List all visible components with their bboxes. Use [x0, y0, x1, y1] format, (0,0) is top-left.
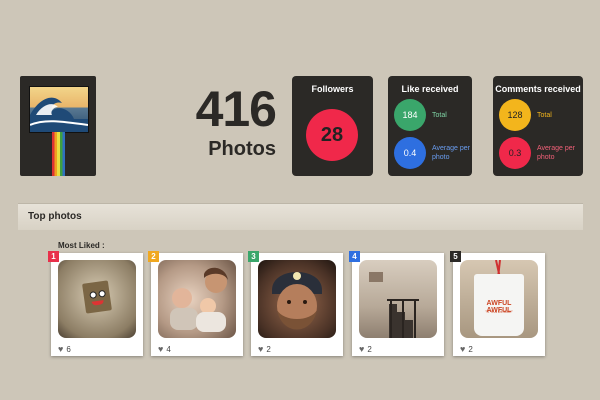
photo-card-2[interactable]: 2 ♥ 4	[148, 251, 243, 356]
likes-total-stat: 184 Total	[394, 99, 447, 131]
photo-count-label: Photos	[208, 138, 276, 160]
profile-logo	[20, 76, 96, 176]
rank-badge-4: 4	[349, 251, 360, 262]
heart-icon: ♥	[460, 344, 466, 354]
photo-thumbnail-5[interactable]: AWFUL AWFUL "IT'S A DRINK!"	[460, 260, 538, 338]
toy-figure	[82, 280, 112, 314]
photo-likes-2: ♥ 4	[158, 344, 171, 354]
followers-card: Followers 28	[292, 76, 373, 176]
comments-average-label: Average per photo	[537, 145, 576, 161]
top-photos-heading: Top photos	[28, 211, 82, 222]
cup-sub-text: "IT'S A DRINK!"	[485, 309, 513, 314]
toy-mouth	[91, 300, 105, 306]
photo-likes-5: ♥ 2	[460, 344, 473, 354]
rainbow-stripes	[52, 132, 65, 176]
photo-card-4[interactable]: 4 ♥ 2	[349, 251, 444, 356]
top-photos-header: Top photos	[18, 204, 583, 230]
like-count: 4	[166, 344, 171, 354]
staircase-photo-art	[369, 272, 419, 338]
family-photo-art	[170, 267, 228, 332]
comments-average-value: 0.3	[499, 137, 531, 169]
photo-thumbnail-2[interactable]	[158, 260, 236, 338]
likes-total-value: 184	[394, 99, 426, 131]
likes-total-label: Total	[432, 111, 447, 119]
photo-thumbnail-1[interactable]	[58, 260, 136, 338]
like-count: 2	[468, 344, 473, 354]
heart-icon: ♥	[359, 344, 365, 354]
likes-average-value: 0.4	[394, 137, 426, 169]
photo-likes-1: ♥ 6	[58, 344, 71, 354]
toy-eye	[98, 289, 107, 298]
cup-figure: AWFUL AWFUL "IT'S A DRINK!"	[474, 274, 524, 336]
comments-average-stat: 0.3 Average per photo	[499, 137, 577, 169]
followers-title: Followers	[311, 84, 354, 94]
likes-average-label: Average per photo	[432, 145, 471, 161]
followers-count: 28	[306, 109, 358, 161]
photo-thumbnail-4[interactable]	[359, 260, 437, 338]
comments-title: Comments received	[495, 84, 581, 94]
heart-icon: ♥	[58, 344, 64, 354]
likes-title: Like received	[401, 84, 459, 94]
photo-card-1[interactable]: 1 ♥ 6	[48, 251, 143, 356]
heart-icon: ♥	[258, 344, 264, 354]
photo-card-3[interactable]: 3 ♥ 2	[248, 251, 343, 356]
wave-icon	[30, 97, 88, 132]
likes-average-stat: 0.4 Average per photo	[394, 137, 470, 169]
comments-card: Comments received 128 Total 0.3 Average …	[493, 76, 583, 176]
photo-count-block: 416 Photos	[180, 81, 277, 162]
comments-total-stat: 128 Total	[499, 99, 552, 131]
rank-badge-1: 1	[48, 251, 59, 262]
like-count: 2	[367, 344, 372, 354]
photo-thumbnail-3[interactable]	[258, 260, 336, 338]
photo-count: 416	[195, 81, 277, 137]
rank-badge-2: 2	[148, 251, 159, 262]
photo-card-5[interactable]: AWFUL AWFUL "IT'S A DRINK!" 5 ♥ 2	[450, 251, 545, 356]
rank-badge-3: 3	[248, 251, 259, 262]
toy-eye	[89, 291, 98, 299]
photo-likes-3: ♥ 2	[258, 344, 271, 354]
comments-total-label: Total	[537, 111, 552, 119]
like-count: 2	[266, 344, 271, 354]
wave-artwork	[29, 86, 89, 133]
like-count: 6	[66, 344, 71, 354]
comments-total-value: 128	[499, 99, 531, 131]
most-liked-label: Most Liked :	[58, 241, 105, 250]
photo-likes-4: ♥ 2	[359, 344, 372, 354]
rank-badge-5: 5	[450, 251, 461, 262]
portrait-photo-art	[272, 272, 322, 330]
likes-card: Like received 184 Total 0.4 Average per …	[388, 76, 472, 176]
heart-icon: ♥	[158, 344, 164, 354]
